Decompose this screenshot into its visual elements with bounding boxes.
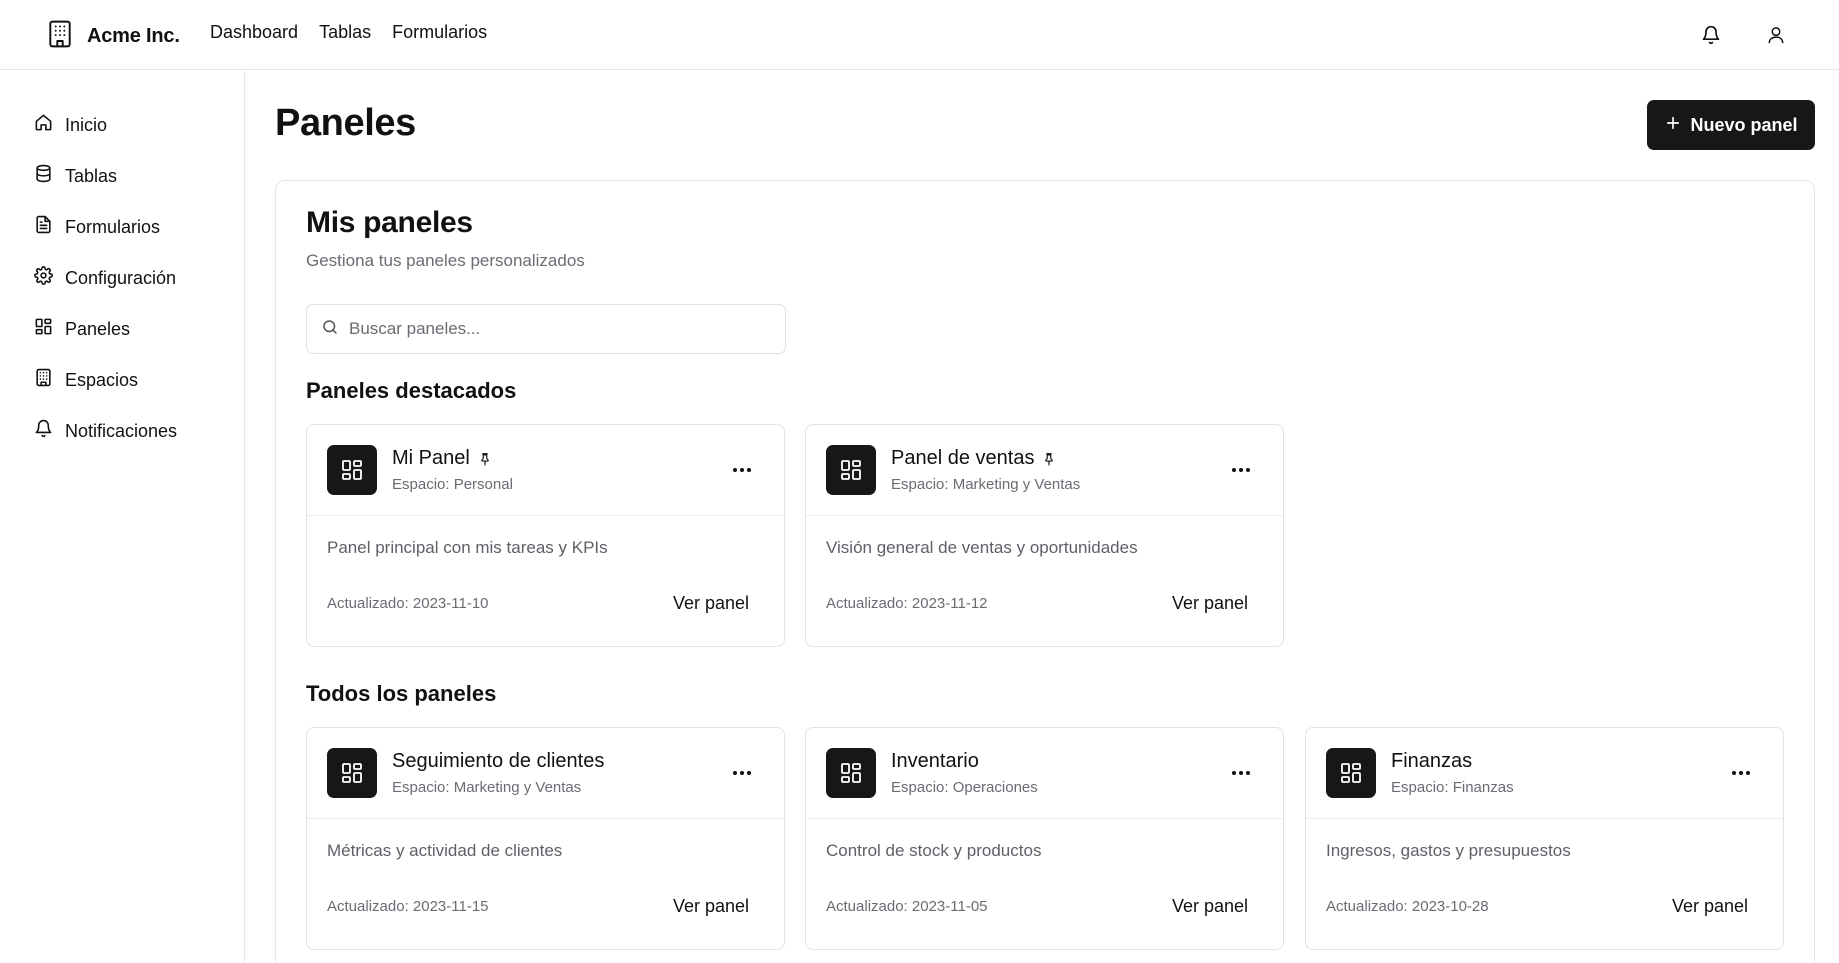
settings-icon bbox=[34, 266, 53, 290]
view-panel-link[interactable]: Ver panel bbox=[673, 896, 749, 917]
sidebar: Inicio Tablas Formularios Configuración … bbox=[0, 71, 245, 963]
card-title-row: Mi Panel bbox=[392, 447, 492, 470]
sidebar-item-label: Notificaciones bbox=[65, 420, 178, 441]
bell-icon[interactable] bbox=[1696, 20, 1726, 50]
more-options-icon[interactable] bbox=[1229, 458, 1253, 482]
search-box bbox=[306, 304, 786, 354]
building-icon bbox=[34, 368, 53, 392]
card-header: Finanzas Espacio: Finanzas bbox=[1306, 728, 1783, 819]
more-options-icon[interactable] bbox=[730, 458, 754, 482]
topnav-formularios[interactable]: Formularios bbox=[392, 22, 487, 43]
view-panel-link[interactable]: Ver panel bbox=[673, 593, 749, 614]
card-space: Espacio: Marketing y Ventas bbox=[392, 779, 582, 796]
sidebar-item-paneles[interactable]: Paneles bbox=[34, 315, 130, 343]
panel-card[interactable]: Inventario Espacio: Operaciones Control … bbox=[805, 727, 1284, 950]
card-header: Panel de ventas Espacio: Marketing y Ven… bbox=[806, 425, 1283, 516]
sidebar-item-label: Configuración bbox=[65, 267, 177, 288]
search-icon bbox=[321, 318, 339, 341]
view-panel-link[interactable]: Ver panel bbox=[1172, 593, 1248, 614]
brand-name: Acme Inc. bbox=[87, 25, 180, 47]
user-icon[interactable] bbox=[1761, 20, 1791, 50]
layout-dashboard-icon bbox=[327, 445, 377, 495]
card-updated: Actualizado: 2023-11-10 bbox=[327, 595, 489, 612]
panels-card-title: Mis paneles bbox=[306, 206, 473, 239]
card-updated: Actualizado: 2023-11-05 bbox=[826, 898, 988, 915]
layout-dashboard-icon bbox=[826, 445, 876, 495]
card-description: Control de stock y productos bbox=[826, 841, 1042, 860]
sidebar-item-formularios[interactable]: Formularios bbox=[34, 213, 160, 241]
card-updated: Actualizado: 2023-11-15 bbox=[327, 898, 489, 915]
view-panel-link[interactable]: Ver panel bbox=[1672, 896, 1748, 917]
new-panel-button[interactable]: Nuevo panel bbox=[1647, 100, 1815, 150]
sidebar-item-label: Formularios bbox=[65, 216, 161, 237]
card-header: Seguimiento de clientes Espacio: Marketi… bbox=[307, 728, 784, 819]
top-bar: Acme Inc. Dashboard Tablas Formularios bbox=[0, 0, 1839, 70]
search-input[interactable] bbox=[349, 319, 769, 339]
sidebar-item-configuracion[interactable]: Configuración bbox=[34, 264, 176, 292]
sidebar-item-inicio[interactable]: Inicio bbox=[34, 111, 107, 139]
card-space: Espacio: Marketing y Ventas bbox=[891, 476, 1081, 493]
layout-dashboard-icon bbox=[826, 748, 876, 798]
card-title-row: Inventario bbox=[891, 750, 979, 773]
featured-heading: Paneles destacados bbox=[306, 378, 517, 403]
card-space: Espacio: Finanzas bbox=[1391, 779, 1514, 796]
panel-card[interactable]: Mi Panel Espacio: Personal Panel princip… bbox=[306, 424, 785, 647]
card-updated: Actualizado: 2023-10-28 bbox=[1326, 898, 1489, 915]
card-title-row: Panel de ventas bbox=[891, 447, 1056, 470]
sidebar-item-label: Paneles bbox=[65, 318, 131, 339]
layout-dashboard-icon bbox=[1326, 748, 1376, 798]
card-description: Panel principal con mis tareas y KPIs bbox=[327, 538, 608, 557]
card-title-row: Seguimiento de clientes bbox=[392, 750, 604, 773]
panel-card[interactable]: Finanzas Espacio: Finanzas Ingresos, gas… bbox=[1305, 727, 1784, 950]
card-updated: Actualizado: 2023-11-12 bbox=[826, 595, 988, 612]
panel-card[interactable]: Seguimiento de clientes Espacio: Marketi… bbox=[306, 727, 785, 950]
panels-card-subtitle: Gestiona tus paneles personalizados bbox=[306, 251, 585, 270]
card-title: Finanzas bbox=[1391, 750, 1473, 772]
card-title-row: Finanzas bbox=[1391, 750, 1472, 773]
more-options-icon[interactable] bbox=[730, 761, 754, 785]
sidebar-item-label: Espacios bbox=[65, 369, 139, 390]
brand[interactable]: Acme Inc. bbox=[47, 20, 180, 53]
card-space: Espacio: Operaciones bbox=[891, 779, 1038, 796]
card-description: Métricas y actividad de clientes bbox=[327, 841, 563, 860]
sidebar-item-label: Inicio bbox=[65, 114, 108, 135]
card-title: Seguimiento de clientes bbox=[392, 750, 605, 772]
home-icon bbox=[34, 113, 53, 137]
layout-dashboard-icon bbox=[327, 748, 377, 798]
view-panel-link[interactable]: Ver panel bbox=[1172, 896, 1248, 917]
database-icon bbox=[34, 164, 53, 188]
sidebar-item-tablas[interactable]: Tablas bbox=[34, 162, 117, 190]
panel-card[interactable]: Panel de ventas Espacio: Marketing y Ven… bbox=[805, 424, 1284, 647]
card-description: Visión general de ventas y oportunidades bbox=[826, 538, 1138, 557]
layout-dashboard-icon bbox=[34, 317, 53, 341]
card-title: Panel de ventas bbox=[891, 447, 1035, 469]
sidebar-item-notificaciones[interactable]: Notificaciones bbox=[34, 417, 177, 445]
more-options-icon[interactable] bbox=[1229, 761, 1253, 785]
new-panel-label: Nuevo panel bbox=[1690, 114, 1798, 135]
bell-icon bbox=[34, 419, 53, 443]
sidebar-item-label: Tablas bbox=[65, 165, 118, 186]
file-text-icon bbox=[34, 215, 53, 239]
card-title: Mi Panel bbox=[392, 447, 470, 469]
page-title: Paneles bbox=[275, 102, 416, 144]
more-options-icon[interactable] bbox=[1729, 761, 1753, 785]
plus-icon bbox=[1664, 114, 1682, 137]
card-title: Inventario bbox=[891, 750, 979, 772]
building-icon bbox=[47, 20, 73, 53]
pin-icon bbox=[1042, 452, 1056, 466]
sidebar-item-espacios[interactable]: Espacios bbox=[34, 366, 138, 394]
topnav-dashboard[interactable]: Dashboard bbox=[210, 22, 298, 43]
all-heading: Todos los paneles bbox=[306, 681, 497, 706]
card-header: Mi Panel Espacio: Personal bbox=[307, 425, 784, 516]
card-description: Ingresos, gastos y presupuestos bbox=[1326, 841, 1571, 860]
topnav-tablas[interactable]: Tablas bbox=[319, 22, 371, 43]
card-space: Espacio: Personal bbox=[392, 476, 513, 493]
top-nav: Dashboard Tablas Formularios bbox=[210, 22, 487, 43]
card-header: Inventario Espacio: Operaciones bbox=[806, 728, 1283, 819]
pin-icon bbox=[478, 452, 492, 466]
